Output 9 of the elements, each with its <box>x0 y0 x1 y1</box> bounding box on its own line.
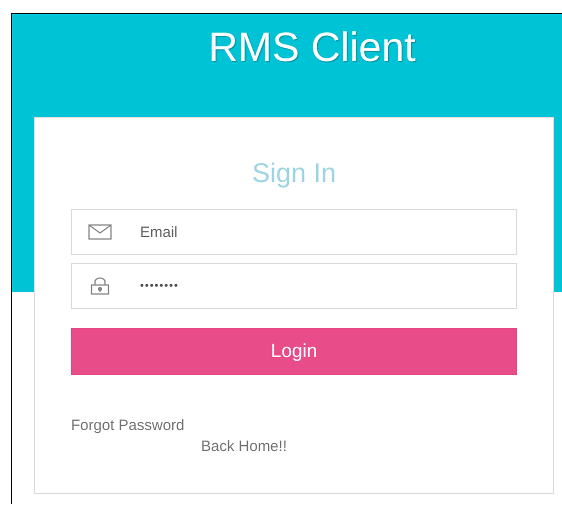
text-link[interactable]: Forgot Password <box>71 415 184 436</box>
envelope-icon <box>88 224 112 240</box>
login-button[interactable]: Login <box>71 328 517 375</box>
app-title: RMS Client <box>207 23 417 72</box>
input-field[interactable]: Email <box>71 209 517 255</box>
text-link[interactable]: Back Home!! <box>201 436 287 457</box>
sign-in-heading: Sign In <box>250 158 338 189</box>
lock-icon <box>90 277 110 295</box>
input-field[interactable]: •••••••• <box>71 263 517 309</box>
